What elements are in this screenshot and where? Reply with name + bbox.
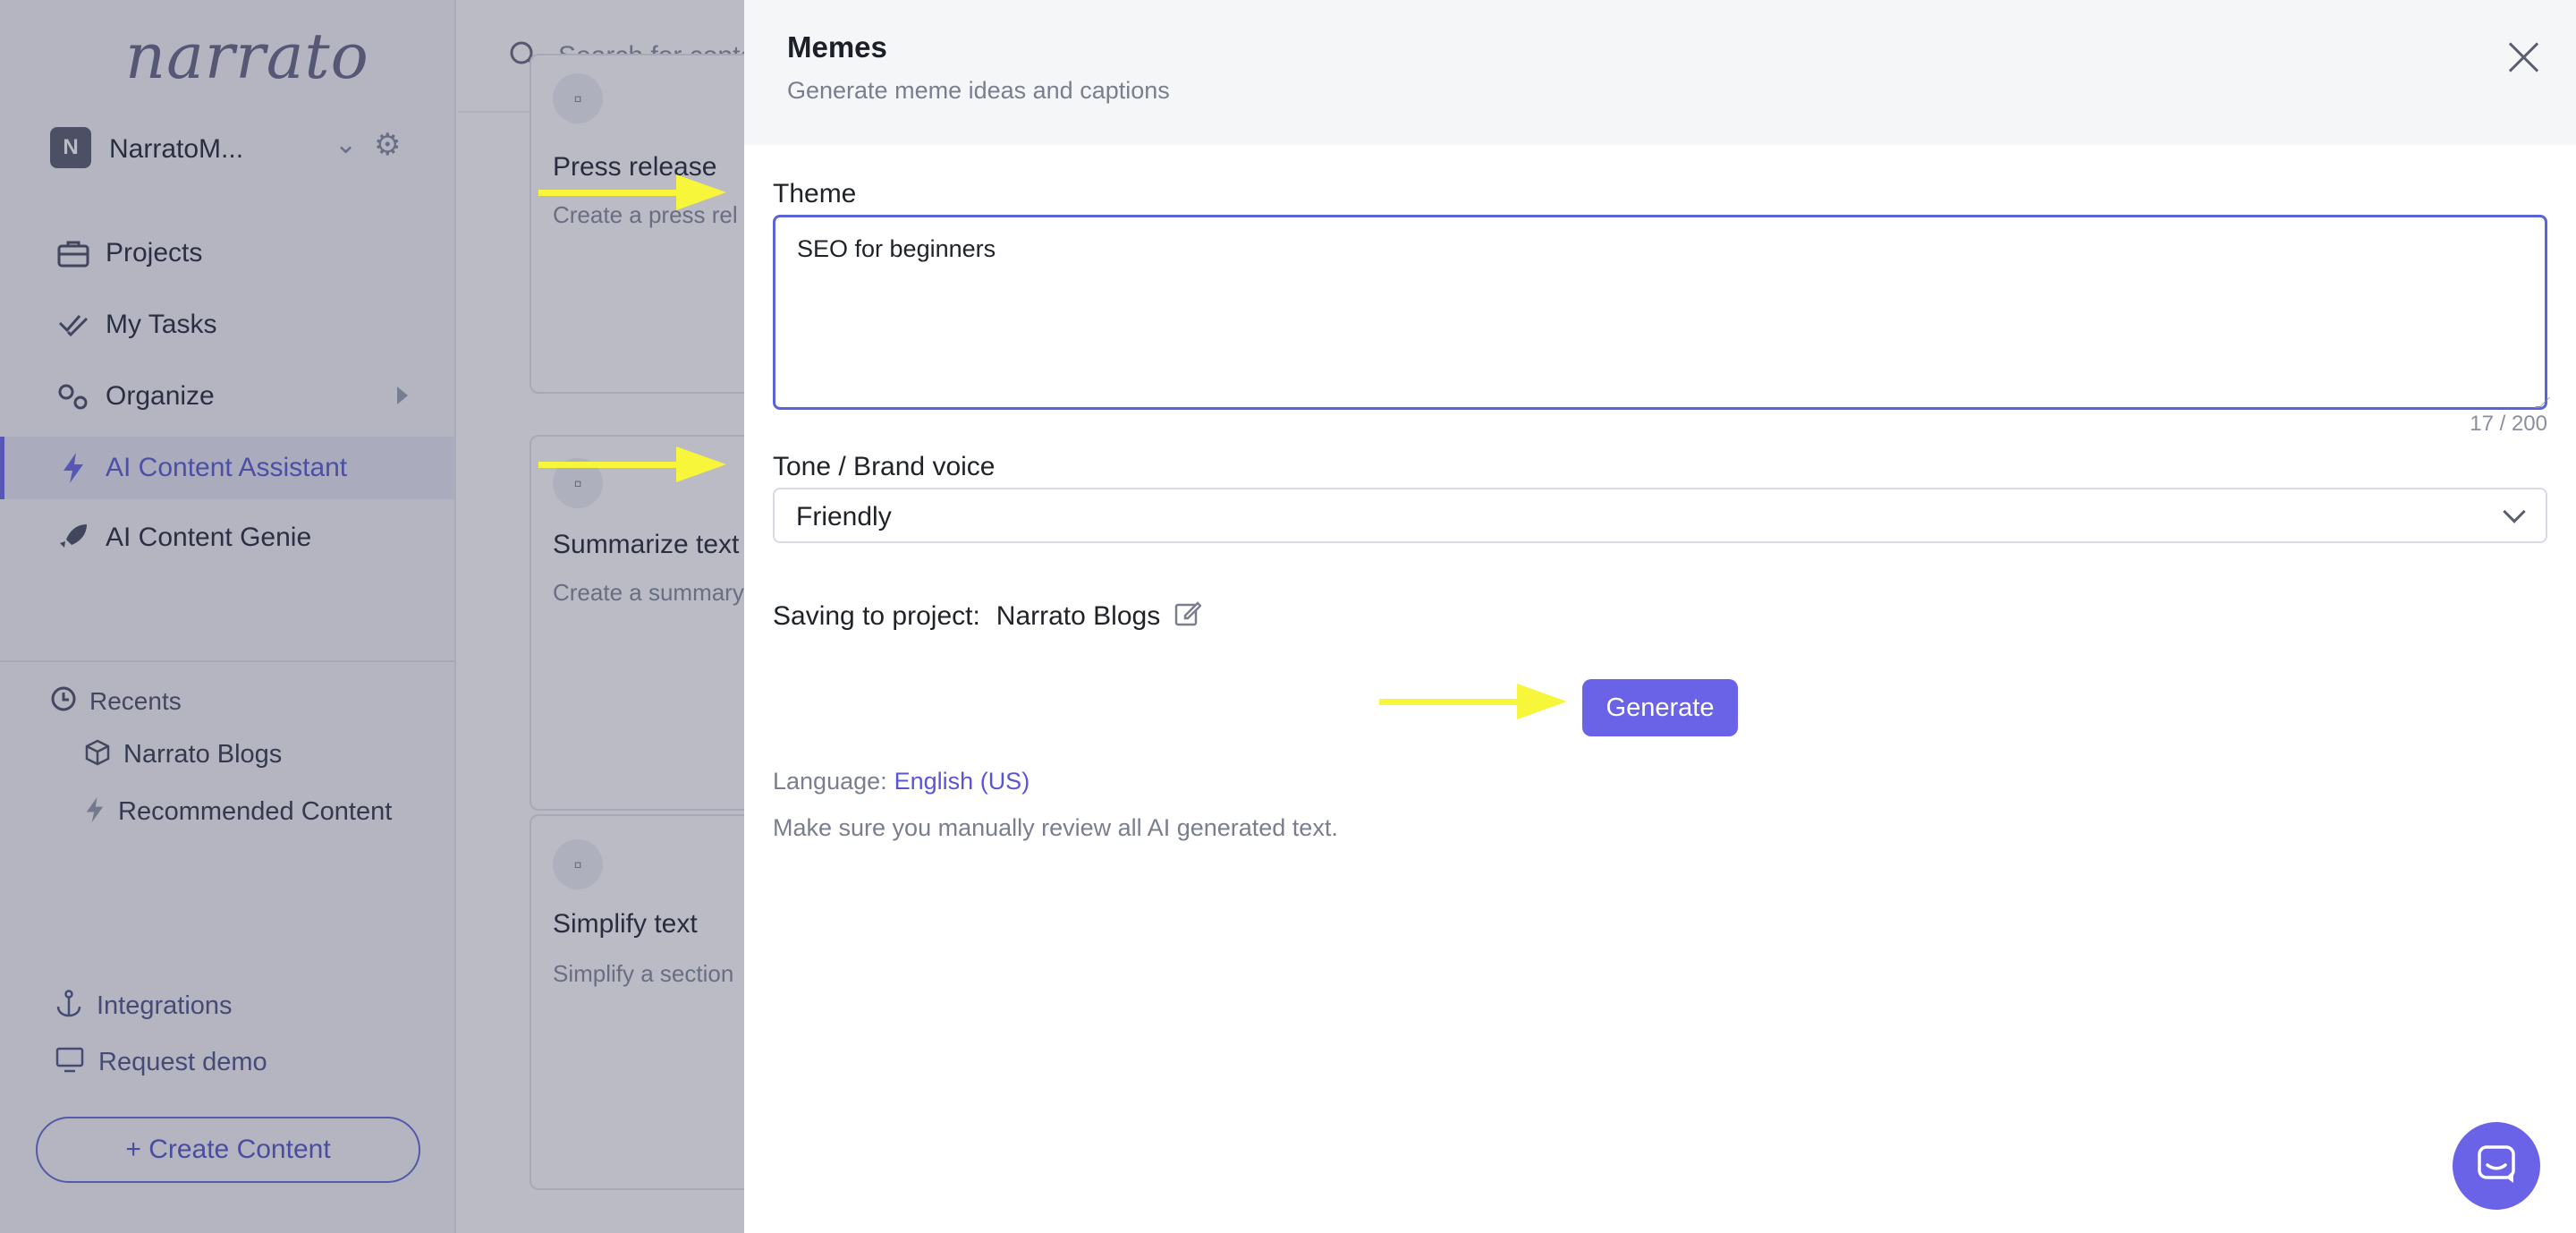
- saving-label: Saving to project:: [773, 601, 980, 631]
- edit-icon[interactable]: [1174, 599, 1202, 634]
- tone-select[interactable]: Friendly: [773, 488, 2547, 543]
- chat-icon: [2476, 1144, 2517, 1189]
- language-row: Language: English (US): [773, 768, 1030, 795]
- tone-selected-value: Friendly: [796, 502, 892, 531]
- tone-label: Tone / Brand voice: [773, 452, 996, 481]
- language-label: Language:: [773, 768, 887, 795]
- panel-title: Memes: [787, 30, 887, 64]
- close-icon[interactable]: [2504, 38, 2544, 77]
- highlight-arrow: [1379, 684, 1567, 719]
- project-name: Narrato Blogs: [996, 601, 1161, 631]
- theme-label: Theme: [773, 179, 857, 208]
- ai-disclaimer: Make sure you manually review all AI gen…: [773, 814, 1338, 841]
- generate-button[interactable]: Generate: [1582, 679, 1738, 736]
- panel-subtitle: Generate meme ideas and captions: [787, 77, 1170, 104]
- language-link[interactable]: English (US): [894, 768, 1030, 795]
- saving-to-project: Saving to project: Narrato Blogs: [773, 599, 1202, 634]
- highlight-arrow: [538, 446, 726, 482]
- theme-textarea[interactable]: SEO for beginners: [773, 215, 2547, 410]
- highlight-arrow: [538, 174, 726, 210]
- panel-header: Memes Generate meme ideas and captions: [744, 0, 2576, 145]
- memes-panel: Memes Generate meme ideas and captions T…: [744, 0, 2576, 1233]
- chat-launcher-button[interactable]: [2453, 1122, 2540, 1210]
- character-count: 17 / 200: [2470, 412, 2547, 436]
- chevron-down-icon: [2503, 500, 2526, 523]
